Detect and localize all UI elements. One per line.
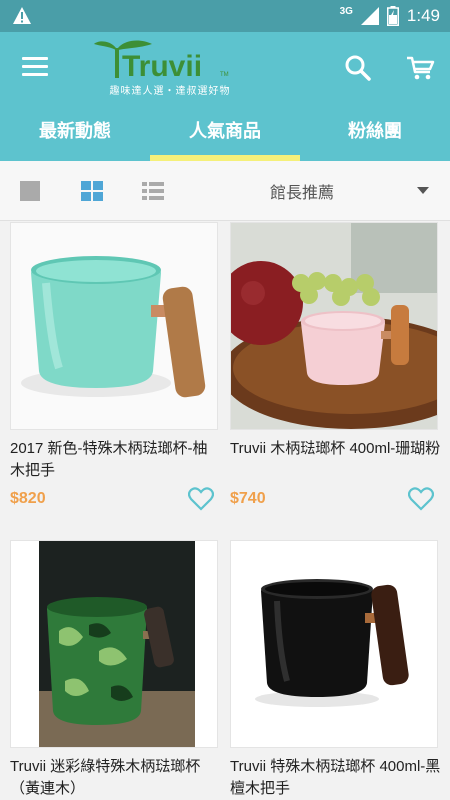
sort-chevron-down-icon[interactable]	[417, 187, 429, 194]
menu-icon[interactable]	[22, 57, 48, 77]
view-toolbar: 館長推薦	[0, 161, 450, 221]
logo-tm: TM	[220, 72, 229, 78]
product-image-camo-mug	[10, 540, 218, 748]
product-name[interactable]: Truvii 迷彩綠特殊木柄琺瑯杯（黃連木）	[10, 756, 222, 800]
product-price: $740	[230, 490, 266, 507]
product-name[interactable]: 2017 新色-特殊木柄琺瑯杯-柚木把手	[10, 438, 222, 482]
search-icon[interactable]	[344, 54, 372, 82]
network-type: 3G	[339, 5, 353, 17]
product-grid: 2017 新色-特殊木柄琺瑯杯-柚木把手 $820 Truvii 木柄琺瑯杯 4…	[0, 222, 450, 800]
sort-dropdown[interactable]: 館長推薦	[270, 179, 334, 203]
app-header: Truvii TM 趣味達人選・達叔選好物 最新動態 人氣商品 粉絲團	[0, 32, 450, 161]
logo-wordmark: Truvii	[122, 50, 202, 82]
product-image-teal-mug	[10, 222, 218, 430]
product-name[interactable]: Truvii 特殊木柄琺瑯杯 400ml-黑檀木把手	[230, 756, 442, 800]
tab-fan-page[interactable]: 粉絲團	[300, 114, 450, 161]
status-bar: 3G 1:49	[0, 0, 450, 32]
tab-latest-news[interactable]: 最新動態	[0, 114, 150, 161]
heart-icon[interactable]	[408, 487, 434, 511]
product-price: $820	[10, 490, 46, 507]
truvii-logo: Truvii TM 趣味達人選・達叔選好物	[90, 38, 250, 98]
tab-popular-products[interactable]: 人氣商品	[150, 114, 300, 161]
main-tabs: 最新動態 人氣商品 粉絲團	[0, 114, 450, 161]
logo-slogan: 趣味達人選・達叔選好物	[109, 86, 231, 97]
battery-icon	[386, 6, 399, 26]
clock: 1:49	[406, 6, 440, 25]
product-name[interactable]: Truvii 木柄琺瑯杯 400ml-珊瑚粉	[230, 438, 442, 460]
single-view-icon[interactable]	[20, 181, 40, 201]
warning-icon	[13, 7, 31, 24]
list-view-icon[interactable]	[142, 181, 164, 201]
cart-icon[interactable]	[405, 54, 435, 82]
signal-icon	[360, 7, 379, 25]
heart-icon[interactable]	[188, 487, 214, 511]
grid-view-icon[interactable]	[81, 181, 103, 201]
product-card[interactable]	[230, 222, 440, 512]
product-image-pink-mug	[230, 222, 438, 430]
logo-mark: Truvii TM	[94, 40, 229, 83]
product-image-black-mug	[230, 540, 438, 748]
